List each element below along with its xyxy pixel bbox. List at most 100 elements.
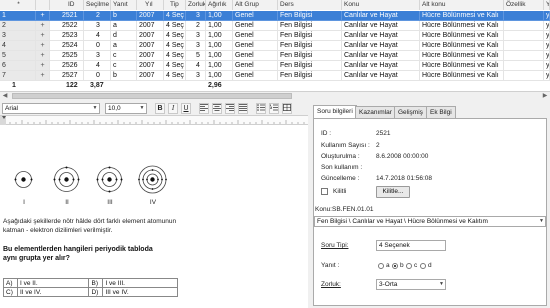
cell-tip: 4 Seç <box>164 71 186 81</box>
cell-ozellik <box>504 31 544 41</box>
cell-id: 2521 <box>50 11 84 21</box>
cell-yil: 2007 <box>137 41 164 51</box>
difficulty-select[interactable]: 3-Orta ▼ <box>376 279 446 290</box>
locked-label: Kilitli <box>333 188 347 195</box>
scroll-thumb[interactable] <box>12 93 292 99</box>
cell-agirlik: 1,00 <box>206 41 233 51</box>
cell-tip: 4 Seç <box>164 31 186 41</box>
col-header-altgrup[interactable]: Alt Grup <box>233 0 278 10</box>
col-header-yil[interactable]: Yıl <box>137 0 164 10</box>
answer-radio-a[interactable] <box>378 263 384 269</box>
cell-ders: Fen Bilgisi <box>278 21 342 31</box>
tab-ek-bilgi[interactable]: Ek Bilgi <box>426 106 456 118</box>
cell-yanit: c <box>111 51 137 61</box>
align-right-icon[interactable] <box>225 103 235 114</box>
chevron-down-icon[interactable]: ▼ <box>439 280 444 289</box>
created-value: 8.6.2008 00:00:00 <box>376 153 429 160</box>
row-expand-button[interactable]: + <box>36 41 50 51</box>
col-header-tip[interactable]: Tip <box>164 0 186 10</box>
cell-altkonu: Hücre Bölünmesi ve Kalı <box>420 41 504 51</box>
align-left-icon[interactable] <box>199 103 209 114</box>
option-b: I ve III. <box>102 278 178 288</box>
grid-horizontal-scrollbar[interactable]: ◀ ▶ <box>0 91 550 100</box>
question-type-input[interactable]: 4 Seçenek <box>376 240 446 251</box>
col-header-star[interactable]: * <box>0 0 36 10</box>
difficulty-label-text: Zorluk: <box>321 281 341 288</box>
totals-secilme: 3,87 <box>90 82 104 89</box>
cell-ders: Fen Bilgisi <box>278 31 342 41</box>
atom-diagram-3 <box>96 166 123 193</box>
row-index: 3 <box>0 31 36 41</box>
atom-diagram-2 <box>53 166 80 192</box>
cell-secilme: 4 <box>84 61 111 71</box>
editor-ruler[interactable] <box>0 116 308 125</box>
answer-label: Yanıt : <box>321 262 340 269</box>
table-row[interactable]: 1 + 2521 2 b 2007 4 Seç 3 1,00 Genel Fen… <box>0 11 550 21</box>
table-icon[interactable] <box>282 103 292 114</box>
locked-checkbox[interactable] <box>321 188 328 195</box>
col-header-zorluk[interactable]: Zorluk <box>186 0 206 10</box>
font-size-select[interactable]: 10,0 ▼ <box>105 103 147 114</box>
row-expand-button[interactable]: + <box>36 71 50 81</box>
col-header-secilme[interactable]: Seçilme <box>84 0 111 10</box>
underline-button[interactable]: U <box>181 103 191 114</box>
bullet-list-icon[interactable] <box>256 103 266 114</box>
col-header-altkonu[interactable]: Alt konu <box>420 0 504 10</box>
row-expand-button[interactable]: + <box>36 11 50 21</box>
col-header-y[interactable]: Y <box>544 0 550 10</box>
row-index: 1 <box>0 11 36 21</box>
align-justify-icon[interactable] <box>238 103 248 114</box>
numbered-list-icon[interactable] <box>269 103 279 114</box>
table-row[interactable]: 3 + 2523 4 d 2007 4 Seç 3 1,00 Genel Fen… <box>0 31 550 41</box>
chevron-down-icon[interactable]: ▼ <box>138 104 146 113</box>
id-value: 2521 <box>376 130 391 137</box>
cell-yil: 2007 <box>137 71 164 81</box>
bold-button[interactable]: B <box>155 103 165 114</box>
answer-radio-c[interactable] <box>406 263 412 269</box>
cell-id: 2527 <box>50 71 84 81</box>
cell-yil: 2007 <box>137 21 164 31</box>
id-label: ID : <box>321 130 332 137</box>
row-expand-button[interactable]: + <box>36 21 50 31</box>
cell-y: ya <box>544 31 550 41</box>
italic-button[interactable]: I <box>168 103 178 114</box>
row-expand-button[interactable]: + <box>36 51 50 61</box>
cell-id: 2524 <box>50 41 84 51</box>
table-row[interactable]: 2 + 2522 3 a 2007 4 Seç 2 1,00 Genel Fen… <box>0 21 550 31</box>
cell-yanit: b <box>111 71 137 81</box>
chevron-down-icon[interactable]: ▼ <box>539 217 544 226</box>
col-header-id[interactable]: ID <box>50 0 84 10</box>
options-row: C) II ve IV. D) III ve IV. <box>3 287 178 297</box>
cell-zorluk: 3 <box>186 11 206 21</box>
tab-kazanimlar[interactable]: Kazanımlar <box>355 106 396 118</box>
cell-agirlik: 1,00 <box>206 21 233 31</box>
table-row[interactable]: 4 + 2524 0 a 2007 4 Seç 3 1,00 Genel Fen… <box>0 41 550 51</box>
cell-altgrup: Genel <box>233 41 278 51</box>
difficulty-label: Zorluk: <box>321 281 341 288</box>
tab-soru-bilgileri[interactable]: Soru bilgileri <box>313 105 357 118</box>
editor-page[interactable]: I II III IV Aşağıdaki şekillerde nötr hâ… <box>0 125 308 308</box>
answer-radio-b[interactable] <box>392 263 398 269</box>
font-select[interactable]: Arial ▼ <box>2 103 100 114</box>
row-expand-button[interactable]: + <box>36 31 50 41</box>
subject-select[interactable]: Fen Bilgisi \ Canlılar ve Hayat \ Hücre … <box>314 216 546 227</box>
table-row[interactable]: 6 + 2526 4 c 2007 4 Seç 4 1,00 Genel Fen… <box>0 61 550 71</box>
tab-gelismis[interactable]: Gelişmiş <box>394 106 427 118</box>
table-row[interactable]: 7 + 2527 0 b 2007 4 Seç 3 1,00 Genel Fen… <box>0 71 550 81</box>
usage-value: 2 <box>376 142 380 149</box>
col-header-ders[interactable]: Ders <box>278 0 342 10</box>
answer-option-b: b <box>400 262 404 269</box>
table-row[interactable]: 5 + 2525 3 c 2007 4 Seç 5 1,00 Genel Fen… <box>0 51 550 61</box>
row-expand-button[interactable]: + <box>36 61 50 71</box>
align-center-icon[interactable] <box>212 103 222 114</box>
lock-button[interactable]: Kilitle... <box>376 186 410 198</box>
cell-id: 2525 <box>50 51 84 61</box>
col-header-ozellik[interactable]: Özellik <box>504 0 544 10</box>
answer-radio-d[interactable] <box>420 263 426 269</box>
col-header-agirlik[interactable]: Ağırlık <box>206 0 233 10</box>
col-header-konu[interactable]: Konu <box>342 0 420 10</box>
col-header-yanit[interactable]: Yanıt <box>111 0 137 10</box>
chevron-down-icon[interactable]: ▼ <box>91 104 99 113</box>
questions-grid: * ID Seçilme Yanıt Yıl Tip Zorluk Ağırlı… <box>0 0 550 92</box>
cell-konu: Canlılar ve Hayat <box>342 41 420 51</box>
